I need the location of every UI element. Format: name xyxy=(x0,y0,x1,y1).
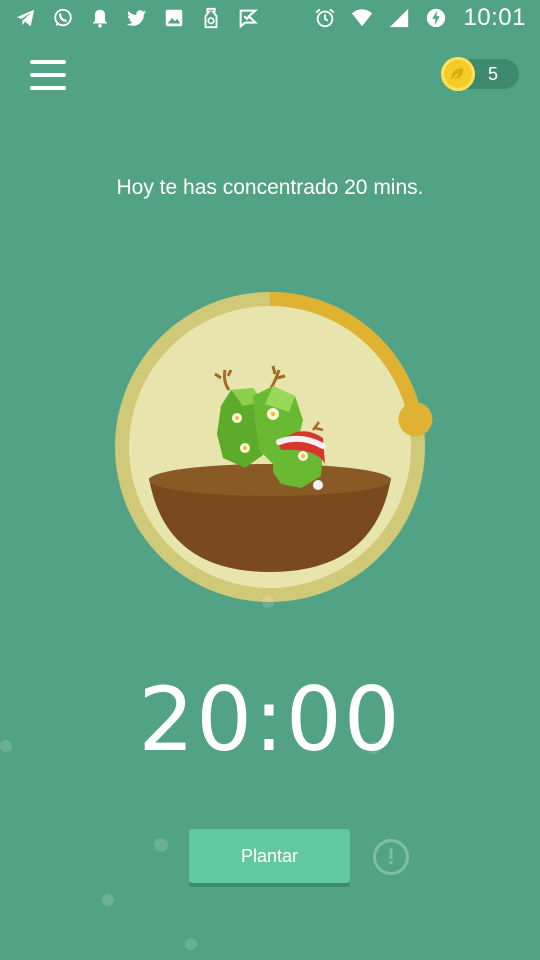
progress-handle[interactable] xyxy=(398,402,433,437)
coin-count: 5 xyxy=(488,64,499,84)
twitter-icon xyxy=(125,6,149,30)
coin-balance[interactable]: 5 xyxy=(441,57,519,91)
decorative-dot xyxy=(368,742,380,754)
system-icons: 10:01 xyxy=(313,4,526,32)
decorative-dot xyxy=(102,894,114,906)
status-bar: 10:01 xyxy=(0,0,540,36)
whatsapp-icon xyxy=(51,6,75,30)
hamburger-menu-icon[interactable] xyxy=(30,60,66,90)
plant-button[interactable]: Plantar xyxy=(189,829,350,883)
image-icon xyxy=(162,6,186,30)
countdown-timer: 20:00 xyxy=(138,668,402,771)
tree-progress-ring xyxy=(113,290,433,604)
decorative-dot xyxy=(154,838,168,852)
exclamation-circle-icon[interactable]: ! xyxy=(373,839,409,875)
app-notification-icon xyxy=(199,6,223,30)
menu-bar xyxy=(30,73,66,77)
coin-leaf-icon xyxy=(441,57,475,91)
today-focus-text: Hoy te has concentrado 20 mins. xyxy=(116,176,424,199)
alarm-icon xyxy=(313,6,337,30)
decorative-dot xyxy=(262,596,274,608)
bell-icon xyxy=(88,6,112,30)
menu-bar xyxy=(30,86,66,90)
battery-charging-icon xyxy=(424,6,448,30)
ring-svg xyxy=(115,292,433,602)
decorative-dot xyxy=(185,938,197,950)
decorative-dot xyxy=(0,740,12,752)
wifi-icon xyxy=(350,6,374,30)
telegram-icon xyxy=(14,6,38,30)
soil-top xyxy=(149,464,391,496)
clock: 10:01 xyxy=(463,4,526,31)
check-flag-icon xyxy=(236,6,260,30)
signal-icon xyxy=(387,6,411,30)
menu-bar xyxy=(30,60,66,64)
notification-icons xyxy=(14,6,260,30)
